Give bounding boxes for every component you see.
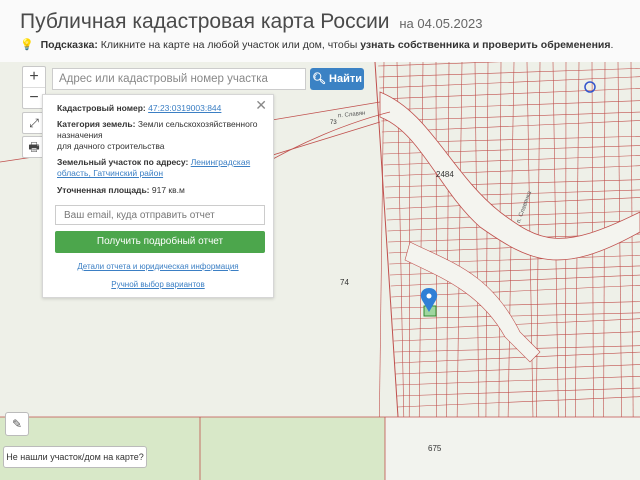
plot-label-73: 73 — [330, 120, 337, 126]
hint-bar: 💡 Подсказка: Кликните на карте на любой … — [20, 38, 613, 51]
pencil-icon: ✎ — [11, 417, 23, 431]
parcel-info-card: ✕ Кадастровый номер: 47:23:0319003:844 К… — [42, 94, 274, 298]
close-icon[interactable]: ✕ — [255, 97, 267, 114]
find-button[interactable]: 🔍︎ Найти — [310, 68, 364, 90]
address-link-2[interactable]: область, Гатчинский район — [57, 168, 163, 178]
address-row: Земельный участок по адресу: Ленинградск… — [57, 157, 250, 179]
page-title: Публичная кадастровая карта России на 04… — [20, 10, 482, 34]
land-category-value: Земли сельскохозяйственного — [137, 119, 258, 129]
cadastral-number-label: Кадастровый номер: — [57, 103, 146, 113]
land-category-label: Категория земель: — [57, 119, 136, 129]
email-input[interactable] — [55, 205, 265, 225]
manual-selection-link[interactable]: Ручной выбор вариантов — [43, 280, 273, 289]
find-button-label: Найти — [329, 73, 362, 85]
header: Публичная кадастровая карта России на 04… — [0, 0, 640, 62]
search-input[interactable] — [52, 68, 306, 90]
plot-label-74: 74 — [340, 278, 349, 287]
hint-bold-text: узнать собственника и проверить обремене… — [360, 39, 611, 51]
title-text: Публичная кадастровая карта России — [20, 10, 390, 33]
title-date: на 04.05.2023 — [399, 16, 483, 31]
area-label: Уточненная площадь: — [57, 185, 150, 195]
lightbulb-icon: 💡 — [20, 39, 34, 51]
plot-label-675: 675 — [428, 444, 442, 453]
address-link[interactable]: Ленинградская — [191, 157, 250, 167]
land-category-row: Категория земель: Земли сельскохозяйстве… — [57, 119, 257, 152]
edit-button[interactable]: ✎ — [5, 412, 29, 436]
area-row: Уточненная площадь: 917 кв.м — [57, 185, 185, 196]
land-use-value: для дачного строительства — [57, 141, 165, 151]
not-found-button[interactable]: Не нашли участок/дом на карте? — [3, 446, 147, 468]
address-label: Земельный участок по адресу: — [57, 157, 189, 167]
search-icon: 🔍︎ — [311, 73, 326, 85]
hint-end: . — [610, 39, 614, 51]
area-value: 917 кв.м — [151, 185, 185, 195]
location-pin-dot — [426, 293, 432, 299]
zoom-in-button[interactable]: + — [23, 67, 45, 87]
cadastral-number-link[interactable]: 47:23:0319003:844 — [148, 103, 221, 113]
field-area — [385, 417, 640, 480]
expand-icon: ⤢ — [29, 116, 39, 130]
hint-text: Кликните на карте на любой участок или д… — [100, 39, 358, 51]
get-report-button[interactable]: Получить подробный отчет — [55, 231, 265, 253]
cadastral-number-row: Кадастровый номер: 47:23:0319003:844 — [57, 103, 221, 114]
printer-icon: 🖶 — [28, 140, 40, 154]
hint-label: Подсказка: — [40, 39, 98, 51]
plot-label-2484: 2484 — [436, 170, 454, 179]
details-link[interactable]: Детали отчета и юридическая информация — [43, 262, 273, 271]
land-category-value-2: назначения — [57, 130, 103, 140]
